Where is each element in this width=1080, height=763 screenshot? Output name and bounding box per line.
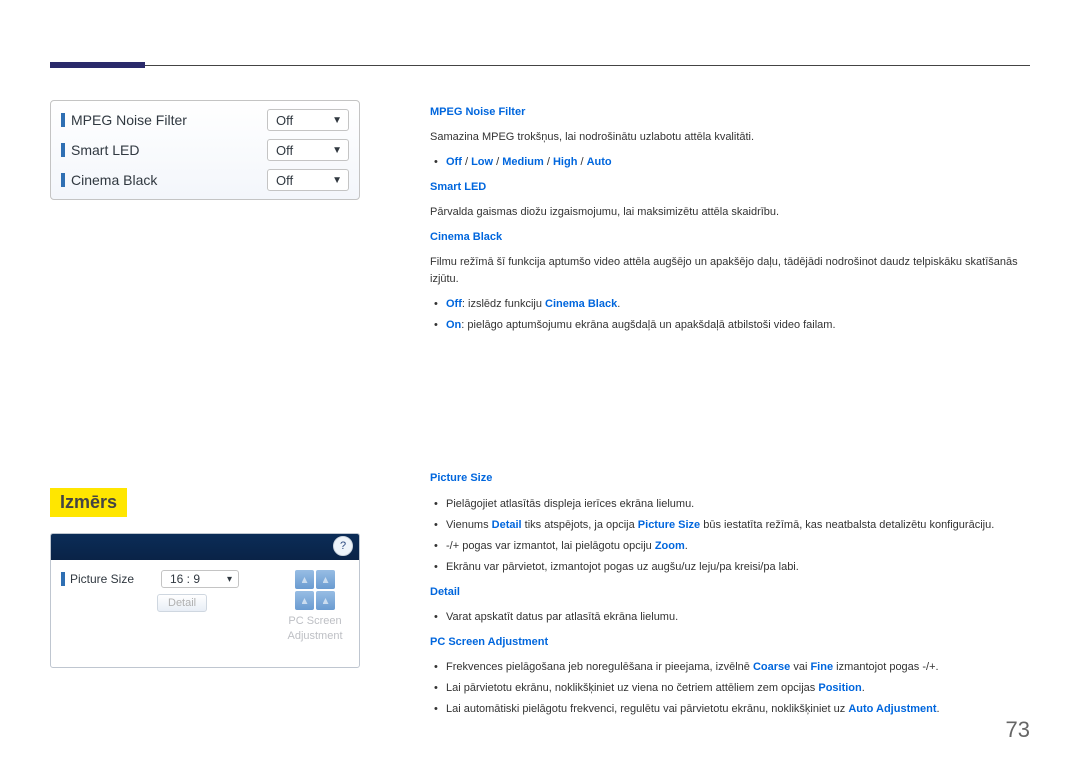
ps-li2: Vienums Detail tiks atspējots, ja opcija… — [430, 517, 1030, 534]
ps-li3b: Zoom — [655, 540, 685, 552]
cinema-off-line: Off: izslēdz funkciju Cinema Black. — [430, 296, 1030, 313]
caret-down-icon: ▾ — [227, 574, 232, 585]
caret-down-icon: ▼ — [332, 145, 342, 156]
cinema-off-target: Cinema Black — [545, 298, 617, 310]
position-quad-icon[interactable] — [295, 570, 335, 610]
ps-li2e: būs iestatīta režīmā, kas neatbalsta det… — [700, 519, 994, 531]
pc-li3: Lai automātiski pielāgotu frekvenci, reg… — [430, 701, 1030, 718]
caret-down-icon: ▼ — [332, 175, 342, 186]
header-rule — [50, 65, 1030, 66]
cinema-on-text: : pielāgo aptumšojumu ekrāna augšdaļā un… — [461, 319, 835, 331]
heading-smart-led: Smart LED — [430, 179, 1030, 196]
opt-auto: Auto — [587, 156, 612, 168]
help-icon[interactable]: ? — [333, 536, 353, 556]
desc-cinema-black: Filmu režīmā šī funkcija aptumšo video a… — [430, 254, 1030, 288]
pc-li2: Lai pārvietotu ekrānu, noklikšķiniet uz … — [430, 680, 1030, 697]
cinema-off-text: : izslēdz funkciju — [462, 298, 545, 310]
ps-li3a: -/+ pogas var izmantot, lai pielāgotu op… — [446, 540, 655, 552]
heading-mpeg: MPEG Noise Filter — [430, 104, 1030, 121]
mpeg-options: Off / Low / Medium / High / Auto — [430, 154, 1030, 171]
pc-li1e: izmantojot pogas -/+. — [833, 661, 938, 673]
heading-picture-size: Picture Size — [430, 470, 1030, 487]
pc-li1b: Coarse — [753, 661, 790, 673]
dropdown-mpeg[interactable]: Off ▼ — [267, 109, 349, 131]
row-tick-icon — [61, 173, 65, 187]
ps-li1: Pielāgojiet atlasītās displeja ierīces e… — [430, 496, 1030, 513]
settings-panel-2: ? Picture Size 16 : 9 ▾ Detail — [50, 533, 360, 668]
caret-down-icon: ▼ — [332, 115, 342, 126]
row-tick-icon — [61, 572, 65, 586]
dropdown-cinema-black-value: Off — [276, 173, 293, 188]
section-title-izmers: Izmērs — [50, 488, 127, 517]
ps-li2a: Vienums — [446, 519, 492, 531]
top-section: MPEG Noise Filter Off ▼ Smart LED Off ▼ … — [50, 100, 1030, 342]
detail-button[interactable]: Detail — [157, 594, 207, 612]
opt-low: Low — [471, 156, 493, 168]
pc-li2a: Lai pārvietotu ekrānu, noklikšķiniet uz … — [446, 682, 818, 694]
cinema-on-line: On: pielāgo aptumšojumu ekrāna augšdaļā … — [430, 317, 1030, 334]
cinema-on-label: On — [446, 319, 461, 331]
row-tick-icon — [61, 143, 65, 157]
row-tick-icon — [61, 113, 65, 127]
panel2-titlebar: ? — [51, 534, 359, 560]
header-accent — [50, 62, 145, 68]
pc-li1d: Fine — [810, 661, 833, 673]
dropdown-cinema-black[interactable]: Off ▼ — [267, 169, 349, 191]
pc-li1: Frekvences pielāgošana jeb noregulēšana … — [430, 659, 1030, 676]
desc-mpeg: Samazina MPEG trokšņus, lai nodrošinātu … — [430, 129, 1030, 146]
heading-pc-screen: PC Screen Adjustment — [430, 634, 1030, 651]
heading-detail: Detail — [430, 584, 1030, 601]
opt-off: Off — [446, 156, 462, 168]
settings-panel-1: MPEG Noise Filter Off ▼ Smart LED Off ▼ … — [50, 100, 360, 200]
row-picture-size: Picture Size 16 : 9 ▾ — [61, 570, 271, 588]
pc-li3a: Lai automātiski pielāgotu frekvenci, reg… — [446, 703, 848, 715]
dropdown-mpeg-value: Off — [276, 113, 293, 128]
ps-li2c: tiks atspējots, ja opcija — [522, 519, 638, 531]
ps-li4: Ekrānu var pārvietot, izmantojot pogas u… — [430, 559, 1030, 576]
pc-li1a: Frekvences pielāgošana jeb noregulēšana … — [446, 661, 753, 673]
pc-li2b: Position — [818, 682, 861, 694]
ps-li2b: Detail — [492, 519, 522, 531]
heading-cinema-black: Cinema Black — [430, 229, 1030, 246]
dropdown-picture-size[interactable]: 16 : 9 ▾ — [161, 570, 239, 588]
picture-size-value: 16 : 9 — [170, 572, 200, 586]
pc-screen-line2: Adjustment — [287, 630, 342, 642]
detail-li1: Varat apskatīt datus par atlasītā ekrāna… — [430, 609, 1030, 626]
row-mpeg-label: MPEG Noise Filter — [71, 112, 187, 128]
picture-size-label: Picture Size — [70, 572, 134, 586]
pc-li1c: vai — [790, 661, 810, 673]
pc-li3b: Auto Adjustment — [848, 703, 936, 715]
opt-medium: Medium — [502, 156, 544, 168]
page-number: 73 — [1006, 717, 1030, 743]
pc-screen-line1: PC Screen — [288, 615, 341, 627]
ps-li2d: Picture Size — [638, 519, 700, 531]
row-cinema-black: Cinema Black Off ▼ — [57, 165, 353, 195]
ps-li3: -/+ pogas var izmantot, lai pielāgotu op… — [430, 538, 1030, 555]
opt-high: High — [553, 156, 577, 168]
row-mpeg-noise-filter: MPEG Noise Filter Off ▼ — [57, 105, 353, 135]
dropdown-smart-led-value: Off — [276, 143, 293, 158]
row-cinema-black-label: Cinema Black — [71, 172, 157, 188]
cinema-off-label: Off — [446, 298, 462, 310]
bottom-section: Izmērs ? Picture Size 16 : 9 ▾ — [50, 462, 1030, 726]
row-smart-led-label: Smart LED — [71, 142, 139, 158]
dropdown-smart-led[interactable]: Off ▼ — [267, 139, 349, 161]
pc-screen-adjustment-label: PC Screen Adjustment — [281, 614, 349, 643]
desc-smart-led: Pārvalda gaismas diožu izgaismojumu, lai… — [430, 204, 1030, 221]
row-smart-led: Smart LED Off ▼ — [57, 135, 353, 165]
